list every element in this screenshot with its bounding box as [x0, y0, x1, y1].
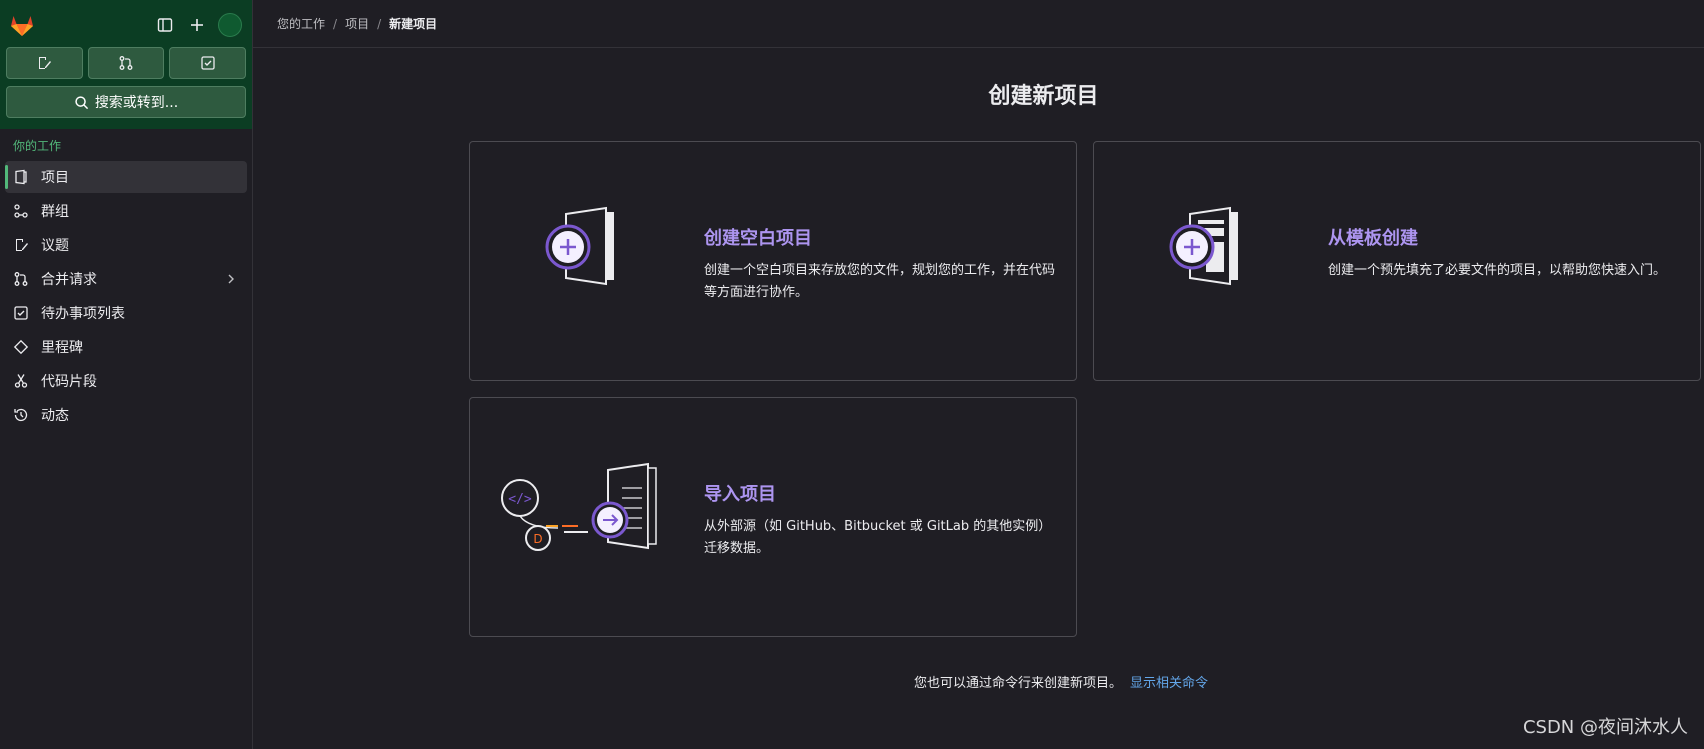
search-label: 搜索或转到...: [94, 95, 179, 111]
import-project-illustration: </> D: [501, 462, 657, 551]
card-text: 创建空白项目 创建一个空白项目来存放您的文件，规划您的工作，并在代码等方面进行协…: [704, 224, 1059, 304]
template-project-illustration: [1169, 206, 1238, 286]
breadcrumb-new-project[interactable]: 新建项目: [389, 15, 437, 32]
user-avatar[interactable]: [218, 13, 242, 37]
show-commands-link[interactable]: 显示相关命令: [1130, 676, 1208, 691]
todo-icon: [201, 56, 215, 70]
todo-shortcut-button[interactable]: [169, 47, 247, 79]
card-description: 创建一个预先填充了必要文件的项目，以帮助您快速入门。: [1328, 263, 1667, 278]
svg-text:</>: </>: [508, 492, 532, 507]
issues-shortcut-button[interactable]: [6, 47, 83, 79]
group-icon: [13, 203, 29, 219]
footer-text: 您也可以通过命令行来创建新项目。: [913, 676, 1122, 691]
merge-request-icon: [119, 56, 133, 70]
sidebar-item-label: 议题: [41, 238, 69, 254]
sidebar-shortcuts: [6, 47, 247, 79]
import-project-card[interactable]: </> D 导入项目 从外部源（如 GitHub、Bitbucket 或 Git…: [469, 397, 1077, 637]
sidebar-toggle-icon[interactable]: [154, 14, 176, 36]
plus-icon[interactable]: [186, 14, 208, 36]
sidebar-item-projects[interactable]: 项目: [5, 161, 247, 193]
breadcrumb: 您的工作 / 项目 / 新建项目: [253, 0, 1704, 48]
breadcrumb-separator: /: [333, 16, 338, 31]
page-title: 创建新项目: [988, 84, 1099, 109]
snippet-icon: [13, 373, 29, 389]
card-title[interactable]: 从模板创建: [1328, 224, 1688, 250]
search-button[interactable]: 搜索或转到...: [6, 86, 246, 118]
breadcrumb-projects[interactable]: 项目: [345, 15, 369, 32]
gitlab-logo-icon[interactable]: [9, 12, 35, 38]
card-text: 导入项目 从外部源（如 GitHub、Bitbucket 或 GitLab 的其…: [704, 480, 1059, 560]
sidebar-topbar: [6, 10, 246, 40]
sidebar-item-label: 代码片段: [41, 374, 97, 390]
create-blank-project-card[interactable]: 创建空白项目 创建一个空白项目来存放您的文件，规划您的工作，并在代码等方面进行协…: [469, 141, 1077, 381]
sidebar-item-snippets[interactable]: 代码片段: [5, 365, 247, 397]
sidebar-item-label: 动态: [41, 408, 69, 424]
project-icon: [13, 169, 29, 185]
sidebar-item-label: 项目: [41, 170, 69, 186]
issues-icon: [39, 57, 52, 69]
merge-request-icon: [13, 271, 29, 287]
card-title[interactable]: 创建空白项目: [704, 224, 1059, 250]
sidebar-item-label: 群组: [41, 204, 69, 220]
chevron-right-icon[interactable]: [225, 273, 237, 285]
card-title[interactable]: 导入项目: [704, 480, 1059, 506]
card-text: 从模板创建 创建一个预先填充了必要文件的项目，以帮助您快速入门。: [1328, 224, 1688, 282]
merge-requests-shortcut-button[interactable]: [87, 47, 165, 79]
sidebar-item-todo[interactable]: 待办事项列表: [5, 297, 247, 329]
sidebar-item-label: 合并请求: [41, 272, 97, 288]
sidebar-item-merge-requests[interactable]: 合并请求: [5, 263, 247, 295]
card-description: 从外部源（如 GitHub、Bitbucket 或 GitLab 的其他实例）迁…: [704, 519, 1052, 556]
main-content: 您的工作 / 项目 / 新建项目 创建新项目 创建空白项目 创建一个空白项目来存…: [253, 0, 1704, 749]
card-description: 创建一个空白项目来存放您的文件，规划您的工作，并在代码等方面进行协作。: [704, 263, 1056, 300]
footer-note: 您也可以通过命令行来创建新项目。 显示相关命令: [253, 672, 1704, 691]
app: 搜索或转到... 你的工作 项目 群组 议题 合并请求 待办事项列表 里程碑 代…: [0, 0, 1704, 749]
svg-text:D: D: [533, 532, 542, 546]
blank-project-illustration: [545, 206, 614, 286]
todo-icon: [13, 305, 29, 321]
sidebar-nav: 项目 群组 议题 合并请求 待办事项列表 里程碑 代码片段 动态: [0, 159, 252, 435]
search-icon: [75, 95, 88, 109]
sidebar: 搜索或转到... 你的工作 项目 群组 议题 合并请求 待办事项列表 里程碑 代…: [0, 0, 253, 749]
breadcrumb-your-work[interactable]: 您的工作: [277, 15, 325, 32]
sidebar-item-groups[interactable]: 群组: [5, 195, 247, 227]
breadcrumb-separator: /: [377, 16, 382, 31]
milestone-icon: [13, 339, 29, 355]
create-from-template-card[interactable]: 从模板创建 创建一个预先填充了必要文件的项目，以帮助您快速入门。: [1093, 141, 1701, 381]
topbar-actions: [154, 13, 242, 37]
watermark: CSDN @夜间沐水人: [1522, 717, 1688, 738]
history-icon: [13, 407, 29, 423]
sidebar-header: 搜索或转到...: [0, 0, 252, 129]
sidebar-item-issues[interactable]: 议题: [5, 229, 247, 261]
sidebar-item-label: 待办事项列表: [41, 306, 125, 322]
section-label: 你的工作: [13, 139, 62, 153]
sidebar-item-activity[interactable]: 动态: [5, 399, 247, 431]
sidebar-item-label: 里程碑: [41, 340, 83, 356]
sidebar-item-milestones[interactable]: 里程碑: [5, 331, 247, 363]
issues-icon: [13, 237, 29, 253]
